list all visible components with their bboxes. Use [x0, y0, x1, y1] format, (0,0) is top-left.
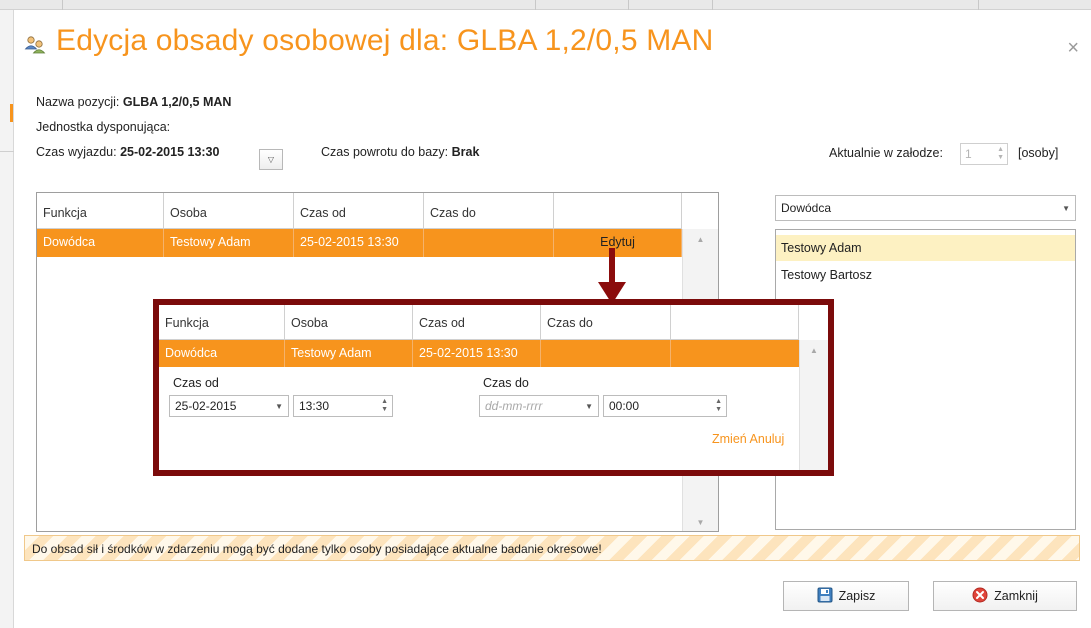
editor-table-row[interactable]: Dowódca Testowy Adam 25-02-2015 13:30: [159, 340, 799, 367]
close-button[interactable]: Zamknij: [933, 581, 1077, 611]
edit-time-from-stepper[interactable]: 13:30 ▲ ▼: [293, 395, 393, 417]
edit-time-to-stepper[interactable]: 00:00 ▲ ▼: [603, 395, 727, 417]
crew-count-unit: [osoby]: [1018, 146, 1059, 160]
editor-column-header-actions: [671, 305, 799, 340]
edit-date-to-select[interactable]: dd-mm-rrrr ▼: [479, 395, 599, 417]
editor-column-header-function[interactable]: Funkcja: [159, 305, 285, 340]
change-link[interactable]: Zmień: [712, 432, 747, 446]
save-button-label: Zapisz: [838, 589, 876, 603]
edit-time-from-value: 13:30: [299, 399, 330, 413]
cancel-link[interactable]: Anuluj: [750, 432, 785, 446]
return-time-label: Czas powrotu do bazy:: [321, 145, 449, 159]
spin-arrows-icon[interactable]: ▲ ▼: [997, 146, 1004, 162]
editor-scrollbar[interactable]: ▲: [799, 340, 828, 470]
edit-date-to-placeholder: dd-mm-rrrr: [485, 399, 543, 413]
scroll-up-icon[interactable]: ▲: [800, 346, 828, 355]
floppy-disk-icon: [817, 587, 833, 606]
departure-time-line: Czas wyjazdu: 25-02-2015 13:30: [36, 145, 219, 159]
editor-column-header-time-to[interactable]: Czas do: [541, 305, 671, 340]
position-name-label: Nazwa pozycji:: [36, 95, 120, 109]
cell-person: Testowy Adam: [164, 229, 294, 257]
departure-time-label: Czas wyjazdu:: [36, 145, 117, 159]
background-toolbar: [0, 0, 1091, 10]
people-icon: [24, 34, 46, 56]
medical-check-notice: Do obsad sił i środków w zdarzeniu mogą …: [24, 535, 1080, 561]
function-select-value: Dowódca: [781, 201, 832, 215]
editor-cell-time-from: 25-02-2015 13:30: [413, 340, 541, 367]
function-select[interactable]: Dowódca ▼: [775, 195, 1076, 221]
list-item[interactable]: Testowy Bartosz: [776, 262, 1075, 288]
crew-count-stepper[interactable]: 1 ▲ ▼: [960, 143, 1008, 165]
edit-date-from-value: 25-02-2015: [175, 399, 237, 413]
edit-date-from-select[interactable]: 25-02-2015 ▼: [169, 395, 289, 417]
background-sidebar-accent: [10, 104, 13, 122]
column-header-actions: [554, 193, 682, 229]
edit-time-from-label: Czas od: [173, 376, 219, 390]
position-name-value: GLBA 1,2/0,5 MAN: [122, 95, 232, 109]
edit-time-to-value: 00:00: [609, 399, 640, 413]
crew-count-label: Aktualnie w załodze:: [829, 146, 943, 160]
spin-arrows-icon[interactable]: ▲ ▼: [715, 398, 722, 414]
save-button[interactable]: Zapisz: [783, 581, 909, 611]
column-header-time-from[interactable]: Czas od: [294, 193, 424, 229]
edit-time-to-label: Czas do: [483, 376, 529, 390]
cell-time-to: [424, 229, 554, 257]
close-button-label: Zamknij: [994, 589, 1038, 603]
inline-editor-callout: Funkcja Osoba Czas od Czas do Dowódca Te…: [153, 299, 834, 476]
return-time-line: Czas powrotu do bazy: Brak: [321, 145, 479, 159]
close-circle-icon: [972, 587, 988, 606]
callout-arrow-shaft: [609, 248, 615, 283]
chevron-down-icon: ▽: [267, 155, 275, 164]
edit-link[interactable]: Edytuj: [554, 229, 682, 257]
dispatch-unit-label: Jednostka dysponująca:: [36, 120, 171, 134]
column-header-function[interactable]: Funkcja: [37, 193, 164, 229]
background-sidebar: [0, 10, 14, 628]
cell-function: Dowódca: [37, 229, 164, 257]
close-icon[interactable]: ×: [1067, 38, 1079, 58]
editor-actions: Zmień Anuluj: [712, 432, 784, 446]
chevron-down-icon: ▼: [275, 402, 283, 411]
chevron-down-icon: ▼: [585, 402, 593, 411]
crew-count-value: 1: [965, 147, 972, 161]
departure-time-value: 25-02-2015 13:30: [120, 145, 220, 159]
editor-cell-time-to: [541, 340, 671, 367]
spin-arrows-icon[interactable]: ▲ ▼: [381, 398, 388, 414]
column-header-time-to[interactable]: Czas do: [424, 193, 554, 229]
column-header-person[interactable]: Osoba: [164, 193, 294, 229]
cell-time-from: 25-02-2015 13:30: [294, 229, 424, 257]
scroll-down-icon[interactable]: ▼: [683, 518, 718, 527]
return-time-value: Brak: [451, 145, 480, 159]
editor-cell-person: Testowy Adam: [285, 340, 413, 367]
chevron-down-icon: ▼: [1062, 204, 1070, 213]
editor-column-header-person[interactable]: Osoba: [285, 305, 413, 340]
editor-column-header-time-from[interactable]: Czas od: [413, 305, 541, 340]
departure-time-dropdown-button[interactable]: ▽: [259, 149, 283, 170]
list-item[interactable]: Testowy Adam: [776, 235, 1075, 261]
background-sidebar-divider: [0, 151, 14, 152]
table-row[interactable]: Dowódca Testowy Adam 25-02-2015 13:30 Ed…: [37, 229, 682, 257]
scroll-up-icon[interactable]: ▲: [683, 235, 718, 244]
editor-cell-function: Dowódca: [159, 340, 285, 367]
position-name-line: Nazwa pozycji: GLBA 1,2/0,5 MAN: [36, 95, 231, 109]
dialog-title: Edycja obsady osobowej dla: GLBA 1,2/0,5…: [56, 24, 714, 57]
